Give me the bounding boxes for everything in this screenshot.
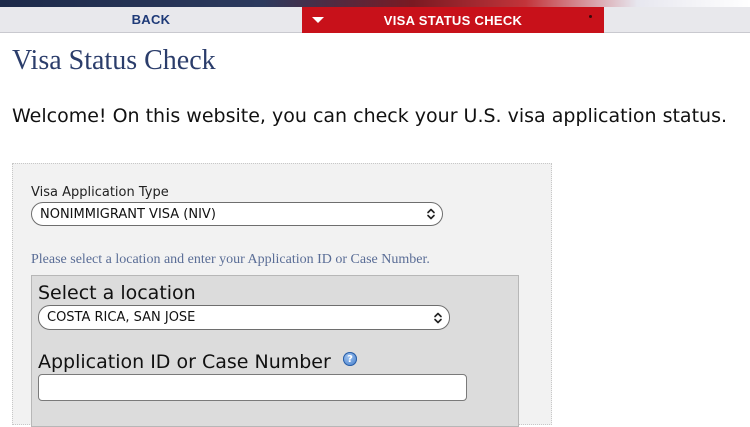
location-label: Select a location (38, 282, 196, 304)
select-chevron-icon (434, 312, 442, 323)
help-question-icon[interactable]: ? (343, 352, 357, 366)
nav-empty-tab (604, 7, 750, 33)
visa-status-check-tab[interactable]: VISA STATUS CHECK (302, 7, 604, 33)
visa-type-label: Visa Application Type (31, 185, 169, 200)
visa-type-select[interactable]: NONIMMIGRANT VISA (NIV) (31, 202, 443, 226)
page-title: Visa Status Check (12, 45, 216, 76)
application-id-input[interactable] (38, 374, 467, 401)
select-chevron-icon (427, 208, 435, 220)
header-flag-strip (0, 0, 750, 7)
application-id-label: Application ID or Case Number (38, 351, 331, 373)
location-selected-value: COSTA RICA, SAN JOSE (47, 310, 196, 325)
dropdown-arrow-icon (312, 17, 324, 23)
back-tab[interactable]: BACK (0, 7, 302, 33)
instruction-text: Please select a location and enter your … (31, 252, 430, 267)
welcome-text: Welcome! On this website, you can check … (12, 105, 728, 127)
visa-type-selected-value: NONIMMIGRANT VISA (NIV) (40, 206, 216, 222)
dot-icon (589, 15, 592, 18)
back-label: BACK (131, 12, 171, 27)
visa-status-check-label: VISA STATUS CHECK (383, 12, 523, 28)
location-select[interactable]: COSTA RICA, SAN JOSE (38, 305, 450, 330)
